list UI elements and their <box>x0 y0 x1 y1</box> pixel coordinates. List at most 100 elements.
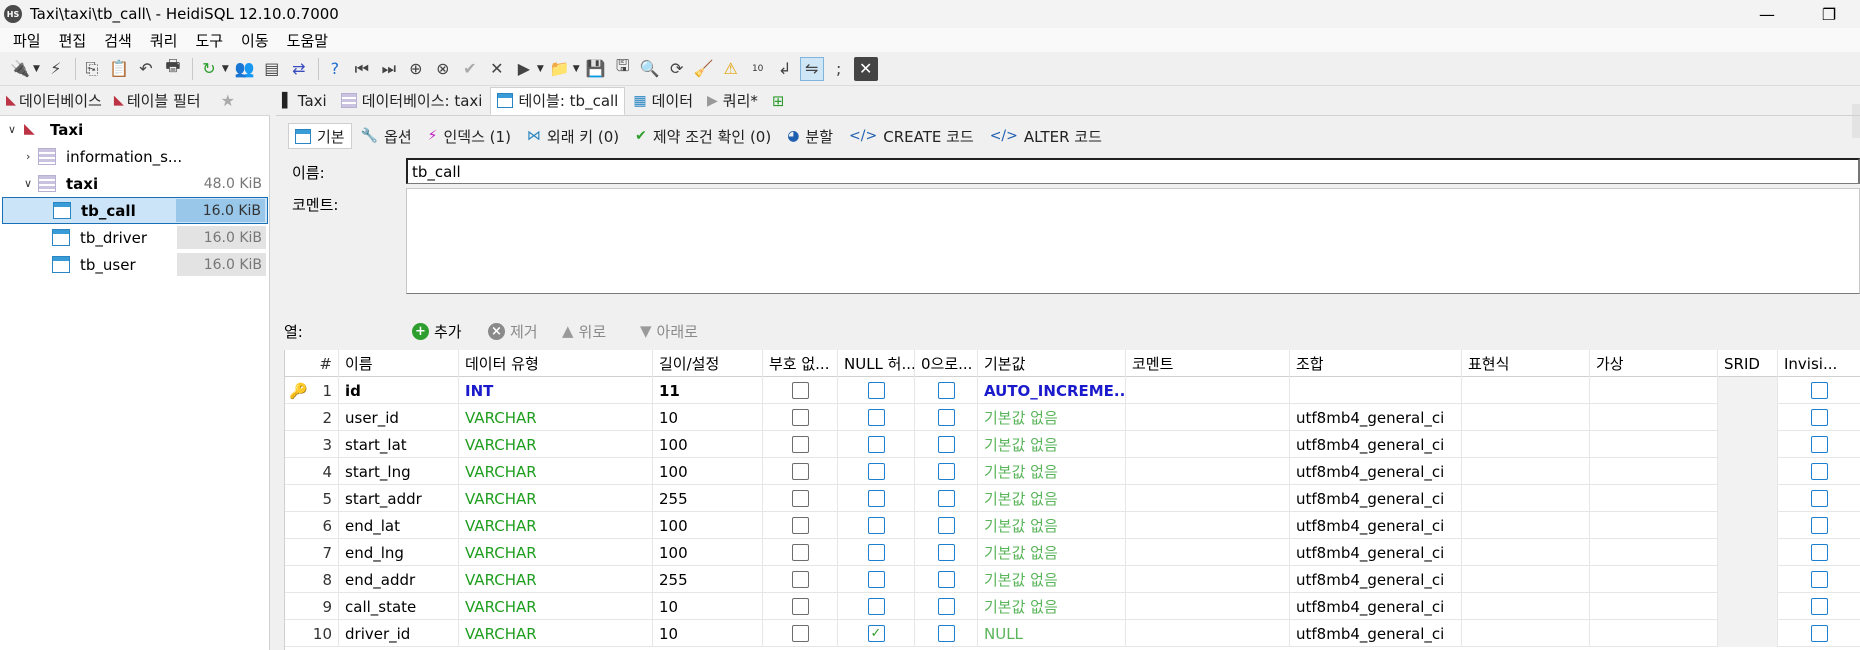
cell-srid[interactable] <box>1718 431 1778 458</box>
cell-collation[interactable]: utf8mb4_general_ci <box>1290 593 1462 620</box>
cell-comment[interactable] <box>1126 539 1290 566</box>
tab-table[interactable]: 테이블: tb_call <box>490 86 626 115</box>
tab-basic[interactable]: 기본 <box>288 123 352 149</box>
menu-edit[interactable]: 편집 <box>50 30 96 51</box>
header-invisible[interactable]: Invisi... <box>1778 350 1860 377</box>
cell-name[interactable]: user_id <box>339 404 459 431</box>
undo-icon[interactable]: ↶ <box>134 57 158 81</box>
tab-alter-code[interactable]: </> ALTER 코드 <box>983 123 1109 149</box>
cell-unsigned[interactable] <box>763 593 838 620</box>
table-row[interactable]: 7 end_lng VARCHAR 100 기본값 없음 utf8mb4_general_… <box>285 539 1860 566</box>
unsigned-checkbox[interactable] <box>791 571 809 588</box>
cell-virtual[interactable] <box>1590 458 1718 485</box>
invisible-checkbox[interactable] <box>1810 436 1828 453</box>
header-zerofill[interactable]: 0으로... <box>915 350 978 377</box>
tab-foreign-keys[interactable]: ⋈ 외래 키 (0) <box>520 123 626 149</box>
cell-len[interactable]: 100 <box>653 431 763 458</box>
cell-virtual[interactable] <box>1590 539 1718 566</box>
cell-virtual[interactable] <box>1590 404 1718 431</box>
cell-expression[interactable] <box>1462 404 1590 431</box>
cell-zerofill[interactable] <box>915 620 978 647</box>
cell-invisible[interactable] <box>1778 539 1860 566</box>
cell-len[interactable]: 10 <box>653 404 763 431</box>
invisible-checkbox[interactable] <box>1810 598 1828 615</box>
table-row[interactable]: 2 user_id VARCHAR 10 기본값 없음 utf8mb4_general_c… <box>285 404 1860 431</box>
cell-n[interactable]: 4 <box>285 458 339 485</box>
unsigned-checkbox[interactable] <box>791 544 809 561</box>
cell-type[interactable]: VARCHAR <box>459 593 653 620</box>
cell-name[interactable]: driver_id <box>339 620 459 647</box>
cell-unsigned[interactable] <box>763 485 838 512</box>
cell-null[interactable] <box>838 431 915 458</box>
null-checkbox[interactable] <box>867 436 885 453</box>
cell-default[interactable]: 기본값 없음 <box>978 485 1126 512</box>
cell-name[interactable]: start_lng <box>339 458 459 485</box>
unsigned-checkbox[interactable] <box>791 463 809 480</box>
menu-tools[interactable]: 도구 <box>186 30 232 51</box>
cell-expression[interactable] <box>1462 431 1590 458</box>
zerofill-checkbox[interactable] <box>937 463 955 480</box>
zerofill-checkbox[interactable] <box>937 598 955 615</box>
cell-comment[interactable] <box>1126 458 1290 485</box>
cell-collation[interactable]: utf8mb4_general_ci <box>1290 458 1462 485</box>
cell-null[interactable] <box>838 512 915 539</box>
cell-invisible[interactable] <box>1778 485 1860 512</box>
menu-search[interactable]: 검색 <box>95 30 141 51</box>
null-checkbox[interactable] <box>867 490 885 507</box>
cell-zerofill[interactable] <box>915 431 978 458</box>
cell-expression[interactable] <box>1462 377 1590 404</box>
cell-n[interactable]: 10 <box>285 620 339 647</box>
move-up-button[interactable]: ▲ 위로 <box>562 321 606 342</box>
cell-srid[interactable] <box>1718 485 1778 512</box>
chevron-down-icon[interactable]: ▼ <box>222 64 229 74</box>
unsigned-checkbox[interactable] <box>791 598 809 615</box>
copy-icon[interactable]: ⎘ <box>80 57 104 81</box>
clear-icon[interactable]: 🧹 <box>692 57 716 81</box>
minimize-button[interactable]: — <box>1744 0 1790 28</box>
cell-n[interactable]: 6 <box>285 512 339 539</box>
cell-default[interactable]: 기본값 없음 <box>978 593 1126 620</box>
null-checkbox[interactable] <box>867 571 885 588</box>
export-icon[interactable]: ▤ <box>260 57 284 81</box>
table-row[interactable]: 3 start_lat VARCHAR 100 기본값 없음 utf8mb4_genera… <box>285 431 1860 458</box>
cell-len[interactable]: 11 <box>653 377 763 404</box>
warning-icon[interactable]: ⚠ <box>719 57 743 81</box>
new-query-tab-icon[interactable]: ⊞ <box>766 87 791 115</box>
tab-create-code[interactable]: </> CREATE 코드 <box>842 123 981 149</box>
cell-virtual[interactable] <box>1590 620 1718 647</box>
cell-null[interactable] <box>838 539 915 566</box>
cell-collation[interactable]: utf8mb4_general_ci <box>1290 620 1462 647</box>
cell-zerofill[interactable] <box>915 593 978 620</box>
cell-comment[interactable] <box>1126 620 1290 647</box>
delete-record-icon[interactable]: ⊗ <box>431 57 455 81</box>
paste-icon[interactable]: 📋 <box>107 57 131 81</box>
cell-invisible[interactable] <box>1778 566 1860 593</box>
cell-null[interactable] <box>838 458 915 485</box>
header-collation[interactable]: 조합 <box>1290 350 1462 377</box>
save-icon[interactable]: 💾 <box>584 57 608 81</box>
cell-srid[interactable] <box>1718 593 1778 620</box>
tab-partitions[interactable]: ◕ 분할 <box>780 123 840 149</box>
cell-expression[interactable] <box>1462 566 1590 593</box>
refresh-icon[interactable]: ↻ <box>197 57 221 81</box>
cell-name[interactable]: call_state <box>339 593 459 620</box>
cell-collation[interactable]: utf8mb4_general_ci <box>1290 512 1462 539</box>
menu-go[interactable]: 이동 <box>232 30 278 51</box>
cell-comment[interactable] <box>1126 593 1290 620</box>
cell-n[interactable]: 8 <box>285 566 339 593</box>
invisible-checkbox[interactable] <box>1810 463 1828 480</box>
invisible-checkbox[interactable] <box>1810 382 1828 399</box>
null-checkbox[interactable] <box>867 409 885 426</box>
cell-default[interactable]: NULL <box>978 620 1126 647</box>
cell-len[interactable]: 100 <box>653 539 763 566</box>
cell-n[interactable]: 2 <box>285 404 339 431</box>
cancel-icon[interactable]: ✕ <box>485 57 509 81</box>
cell-unsigned[interactable] <box>763 620 838 647</box>
remove-column-button[interactable]: × 제거 <box>488 321 538 342</box>
tree-item-tb-driver[interactable]: tb_driver 16.0 KiB <box>0 224 270 251</box>
cell-len[interactable]: 100 <box>653 458 763 485</box>
table-comment-input[interactable] <box>406 188 1860 294</box>
cell-unsigned[interactable] <box>763 458 838 485</box>
cell-unsigned[interactable] <box>763 512 838 539</box>
cell-name[interactable]: start_lat <box>339 431 459 458</box>
